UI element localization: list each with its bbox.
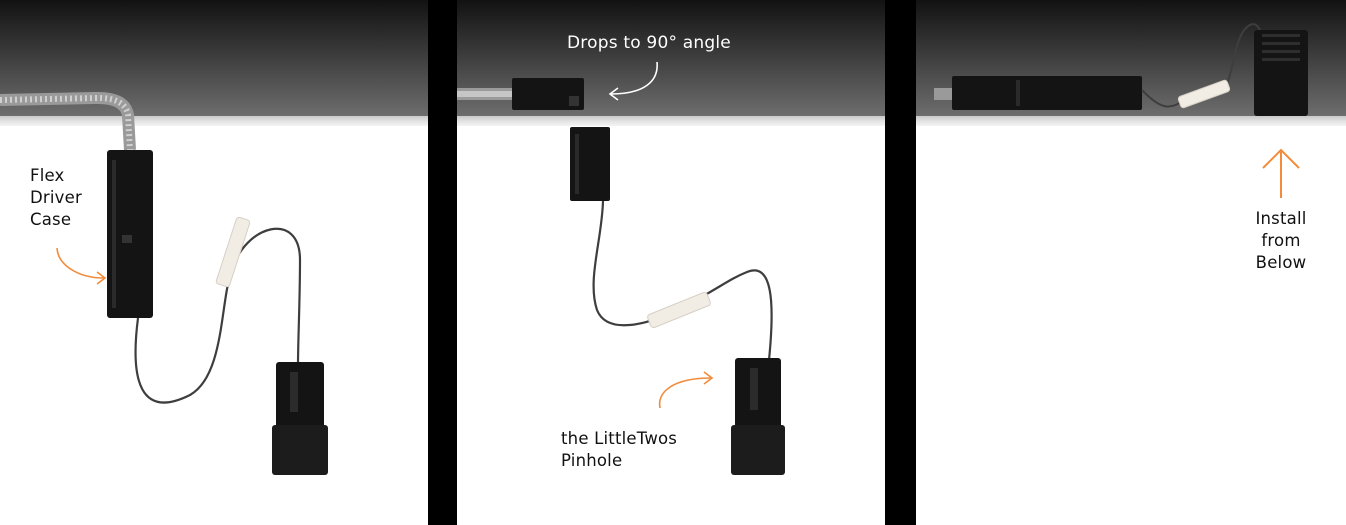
label-line: Case (30, 210, 72, 229)
panel-flex-driver-case: Flex Driver Case (0, 0, 428, 525)
label-line: Drops to 90° angle (567, 33, 731, 53)
connector-cable (134, 227, 302, 404)
flex-conduit (934, 88, 954, 100)
label-line: Driver (30, 188, 82, 207)
drops-angle-label: Drops to 90° angle (567, 32, 731, 54)
curved-arrow-icon (658, 377, 712, 409)
littletwos-pinhole-label: the LittleTwos Pinhole (561, 428, 677, 472)
label-line: the LittleTwos (561, 429, 678, 448)
panel-drops-angle: Drops to 90° angle the LittleTwos Pinhol… (457, 0, 885, 525)
curved-arrow-icon (56, 247, 105, 279)
inline-connector (215, 216, 251, 288)
install-from-below-label: Install from Below (1238, 208, 1324, 274)
panel-install-from-below: Install from Below (916, 0, 1346, 525)
label-line: Flex (30, 166, 65, 185)
connector-cable (592, 200, 773, 361)
inline-connector (647, 291, 711, 329)
label-line: Pinhole (561, 451, 623, 470)
curved-arrow-icon (610, 61, 658, 95)
label-line: from (1261, 231, 1301, 250)
product-scene (0, 91, 328, 475)
flex-driver-case-label: Flex Driver Case (30, 165, 82, 231)
flex-conduit (0, 91, 136, 151)
label-line: Below (1255, 253, 1307, 272)
label-line: Install (1255, 209, 1307, 228)
inline-connector (1177, 79, 1231, 109)
flex-driver-case (952, 76, 1142, 110)
